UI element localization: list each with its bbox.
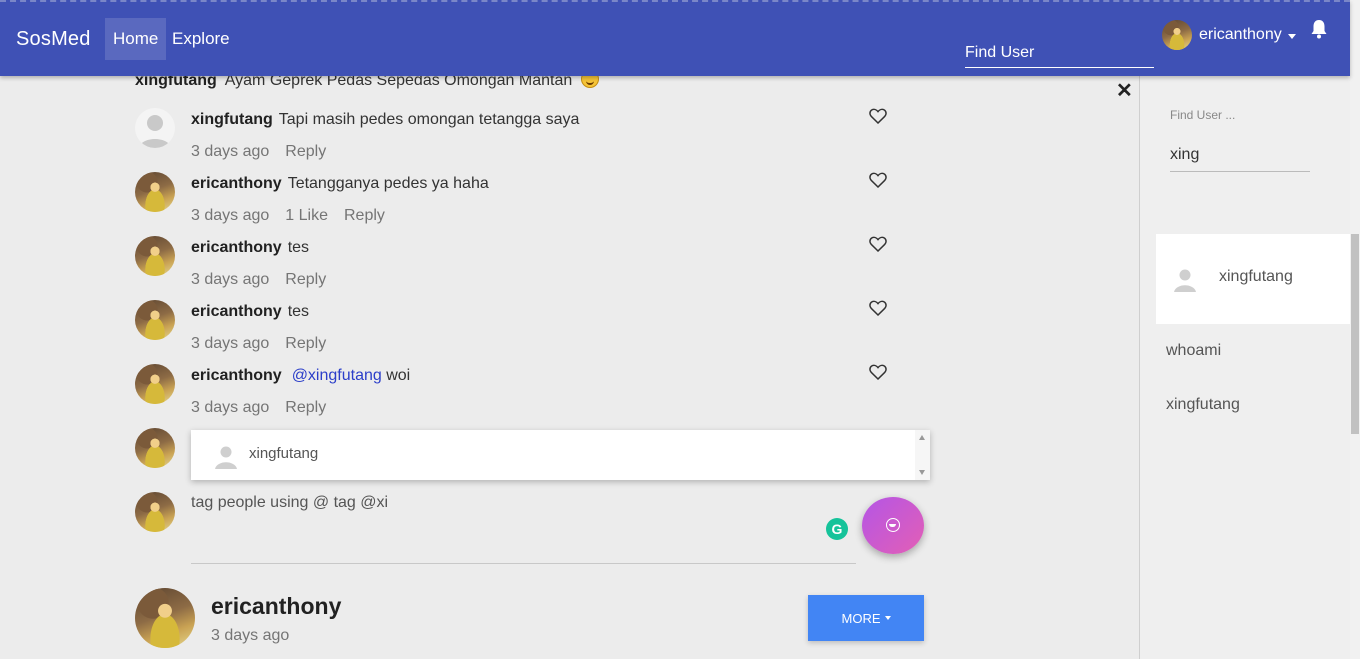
comment-time: 3 days ago: [191, 335, 270, 352]
emoji-icon: [886, 518, 900, 532]
bell-icon[interactable]: [1310, 19, 1328, 39]
comment-text: ericanthony @xingfutang woi: [191, 367, 411, 384]
comment-time: 3 days ago: [191, 207, 270, 224]
user-result-avatar: [1172, 266, 1198, 292]
like-count[interactable]: 1 Like: [285, 207, 328, 224]
comment-text: ericanthony tes: [191, 303, 310, 320]
heart-icon[interactable]: [869, 300, 887, 316]
emoji-button[interactable]: [862, 497, 924, 554]
caret-down-icon: [1287, 33, 1296, 39]
find-user-panel: Find User ... xingfutang whoami xingfuta…: [1139, 76, 1351, 659]
top-navbar: SosMed Home Explore ericanthony: [0, 0, 1350, 76]
comment-meta: 3 days ago Reply: [191, 271, 342, 289]
mention-suggestions: xingfutang: [191, 430, 930, 480]
comment-author[interactable]: ericanthony: [191, 239, 282, 256]
mention-suggestion-avatar: [213, 443, 239, 469]
user-result-item[interactable]: whoami: [1166, 342, 1221, 360]
avatar: [135, 492, 175, 532]
user-result-name: xingfutang: [1219, 268, 1293, 285]
find-user-search-field[interactable]: [1170, 138, 1310, 172]
scroll-down-icon[interactable]: [919, 470, 925, 475]
reply-link[interactable]: Reply: [285, 399, 326, 416]
find-user-label: Find User ...: [1170, 108, 1236, 122]
user-result-item[interactable]: xingfutang: [1156, 234, 1351, 324]
comment-text: ericanthony Tetangganya pedes ya haha: [191, 175, 489, 192]
reply-link[interactable]: Reply: [285, 335, 326, 352]
avatar: [135, 300, 175, 340]
post-time: 3 days ago: [211, 627, 290, 644]
avatar: [135, 364, 175, 404]
user-menu[interactable]: ericanthony: [1162, 20, 1296, 50]
comment-author[interactable]: ericanthony: [191, 303, 282, 320]
comment-text: ericanthony tes: [191, 239, 310, 256]
comment-meta: 3 days ago Reply: [191, 143, 342, 161]
comment-time: 3 days ago: [191, 271, 270, 288]
heart-icon[interactable]: [869, 364, 887, 380]
comment-text: xingfutang Tapi masih pedes omongan tetan…: [191, 111, 580, 128]
comment-author[interactable]: xingfutang: [191, 111, 273, 128]
comment-input[interactable]: tag people using @ tag @xi: [191, 494, 811, 512]
avatar: [135, 588, 195, 648]
comment-input-underline: [191, 563, 856, 564]
avatar: [135, 236, 175, 276]
brand-logo[interactable]: SosMed: [16, 28, 91, 51]
comment-time: 3 days ago: [191, 143, 270, 160]
avatar: [1162, 20, 1192, 50]
heart-icon[interactable]: [869, 108, 887, 124]
close-icon[interactable]: ✕: [1116, 78, 1133, 103]
more-button-label: MORE: [841, 610, 881, 626]
comment-meta: 3 days ago Reply: [191, 399, 342, 417]
comment-time: 3 days ago: [191, 399, 270, 416]
avatar: [135, 428, 175, 468]
grammarly-icon[interactable]: G: [826, 518, 848, 540]
username-label: ericanthony: [1199, 26, 1282, 43]
reply-link[interactable]: Reply: [285, 271, 326, 288]
reply-link[interactable]: Reply: [285, 143, 326, 160]
nav-explore[interactable]: Explore: [164, 18, 238, 60]
avatar: [135, 172, 175, 212]
heart-icon[interactable]: [869, 172, 887, 188]
scroll-up-icon[interactable]: [919, 435, 925, 440]
mention-suggestion-item[interactable]: xingfutang: [249, 445, 318, 462]
scrollbar[interactable]: [915, 430, 930, 480]
reply-link[interactable]: Reply: [344, 207, 385, 224]
mention-link[interactable]: @xingfutang: [292, 367, 382, 384]
find-user-input[interactable]: [965, 34, 1154, 68]
comment-meta: 3 days ago 1 Like Reply: [191, 207, 401, 225]
avatar: [135, 108, 175, 148]
comment-meta: 3 days ago Reply: [191, 335, 342, 353]
nav-home[interactable]: Home: [105, 18, 167, 60]
heart-icon[interactable]: [869, 236, 887, 252]
post-author[interactable]: ericanthony: [211, 593, 341, 620]
user-result-item[interactable]: xingfutang: [1166, 396, 1240, 414]
comment-author[interactable]: ericanthony: [191, 367, 282, 384]
page-scrollbar-thumb[interactable]: [1351, 234, 1359, 434]
caret-down-icon: [884, 616, 891, 620]
more-button[interactable]: MORE: [808, 595, 924, 641]
comment-author[interactable]: ericanthony: [191, 175, 282, 192]
